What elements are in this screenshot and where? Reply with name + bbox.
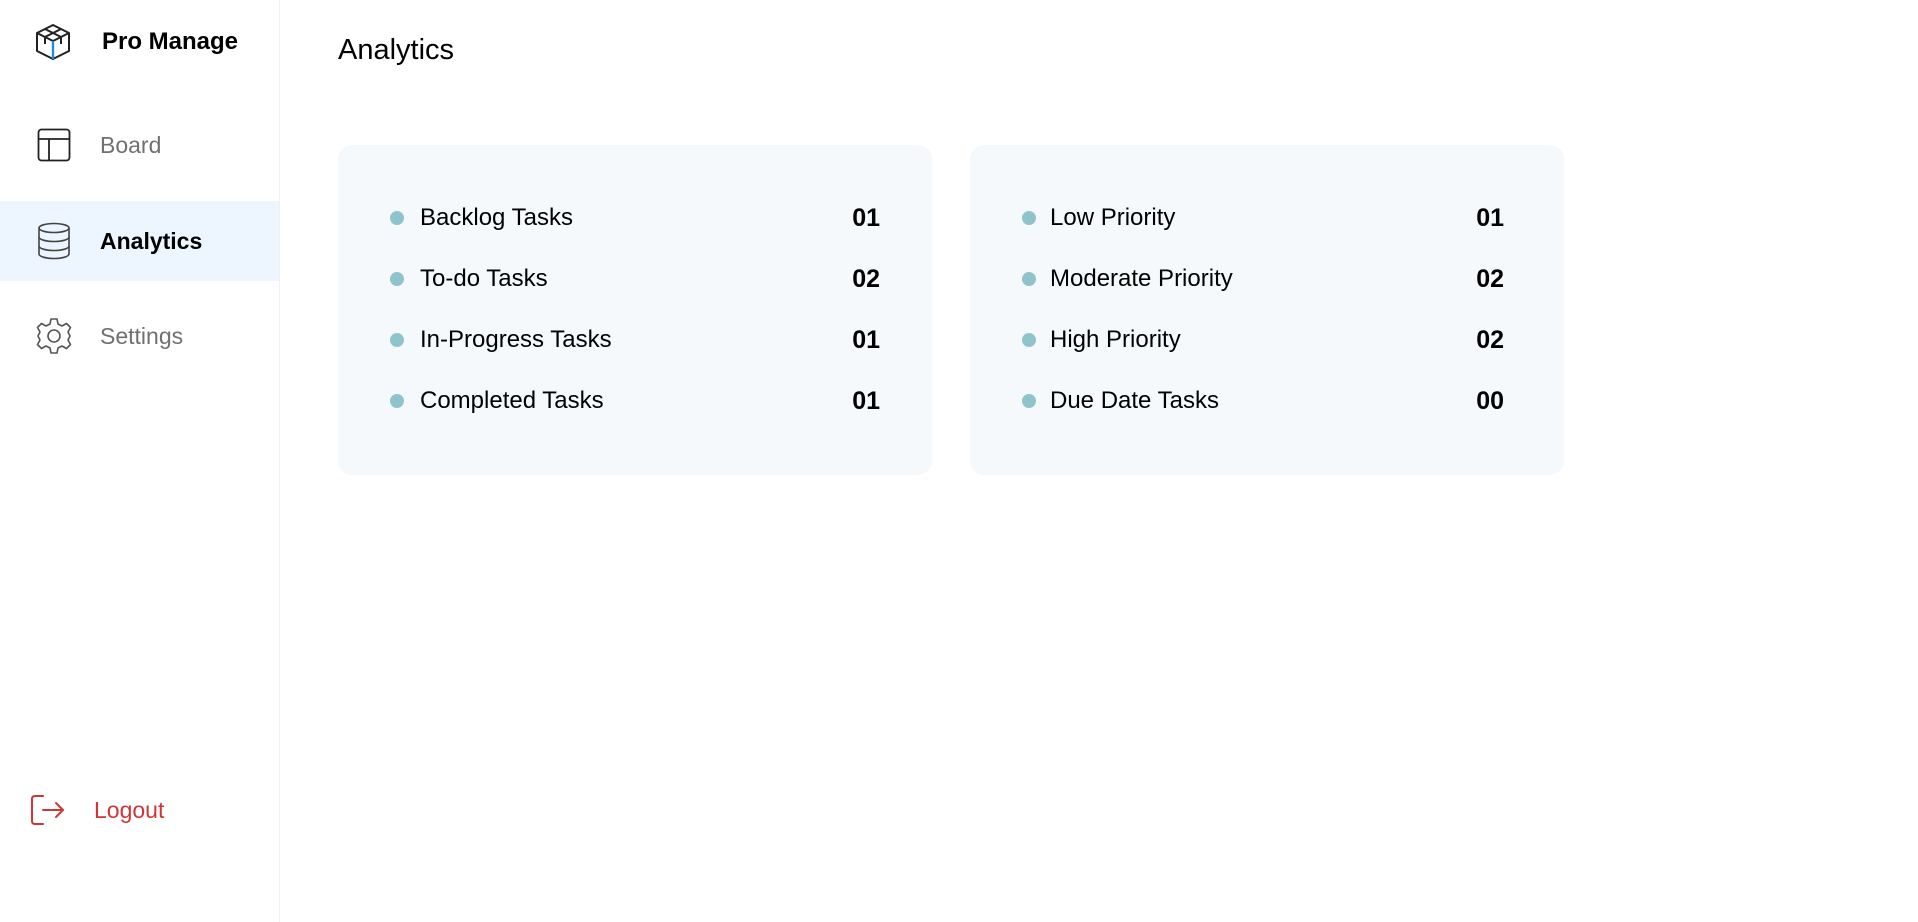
stat-label: Moderate Priority	[1050, 265, 1233, 292]
list-item: High Priority 02	[1022, 322, 1504, 358]
stat-value: 01	[852, 386, 880, 415]
stat-value: 00	[1476, 386, 1504, 415]
sidebar-item-board[interactable]: Board	[0, 105, 279, 185]
database-icon	[34, 221, 74, 261]
app-root: Pro Manage Board Analytics Settings Logo…	[0, 0, 1918, 922]
cube-logo-icon	[32, 21, 74, 63]
stat-label: Low Priority	[1050, 204, 1176, 231]
stat-label: Backlog Tasks	[420, 204, 573, 231]
sidebar-item-settings[interactable]: Settings	[0, 296, 279, 376]
stat-label: To-do Tasks	[420, 265, 548, 292]
stat-label: Due Date Tasks	[1050, 387, 1219, 414]
logout-label: Logout	[94, 796, 165, 823]
stat-value: 01	[852, 203, 880, 232]
sidebar-item-analytics[interactable]: Analytics	[0, 201, 279, 281]
sidebar-item-label: Analytics	[100, 227, 203, 254]
list-item: Moderate Priority 02	[1022, 261, 1504, 297]
bullet-dot	[1022, 394, 1036, 408]
stat-value: 02	[1476, 264, 1504, 293]
list-item: Due Date Tasks 00	[1022, 383, 1504, 419]
bullet-dot	[1022, 272, 1036, 286]
bullet-dot	[390, 272, 404, 286]
page-title: Analytics	[338, 34, 455, 66]
list-item: Low Priority 01	[1022, 200, 1504, 236]
list-item: Completed Tasks 01	[390, 383, 880, 419]
list-item: Backlog Tasks 01	[390, 200, 880, 236]
task-status-card: Backlog Tasks 01 To-do Tasks 02 In-Progr…	[338, 145, 932, 475]
bullet-dot	[1022, 211, 1036, 225]
brand-name: Pro Manage	[102, 28, 239, 55]
bullet-dot	[390, 394, 404, 408]
bullet-dot	[1022, 333, 1036, 347]
stat-label: Completed Tasks	[420, 387, 604, 414]
stat-label: High Priority	[1050, 326, 1181, 353]
stat-value: 02	[1476, 325, 1504, 354]
sidebar: Pro Manage Board Analytics Settings Logo…	[0, 0, 280, 922]
list-item: In-Progress Tasks 01	[390, 322, 880, 358]
gear-icon	[34, 316, 74, 356]
list-item: To-do Tasks 02	[390, 261, 880, 297]
bullet-dot	[390, 333, 404, 347]
sidebar-item-label: Settings	[100, 322, 184, 349]
brand[interactable]: Pro Manage	[32, 21, 238, 63]
priority-card: Low Priority 01 Moderate Priority 02 Hig…	[970, 145, 1564, 475]
stat-label: In-Progress Tasks	[420, 326, 612, 353]
bullet-dot	[390, 211, 404, 225]
board-layout-icon	[34, 125, 74, 165]
stat-value: 02	[852, 264, 880, 293]
main-content: Analytics Backlog Tasks 01 To-do Tasks 0…	[280, 0, 1918, 922]
stat-value: 01	[1476, 203, 1504, 232]
sidebar-item-label: Board	[100, 131, 162, 158]
logout-icon	[28, 790, 68, 830]
logout-button[interactable]: Logout	[0, 770, 279, 850]
stat-value: 01	[852, 325, 880, 354]
